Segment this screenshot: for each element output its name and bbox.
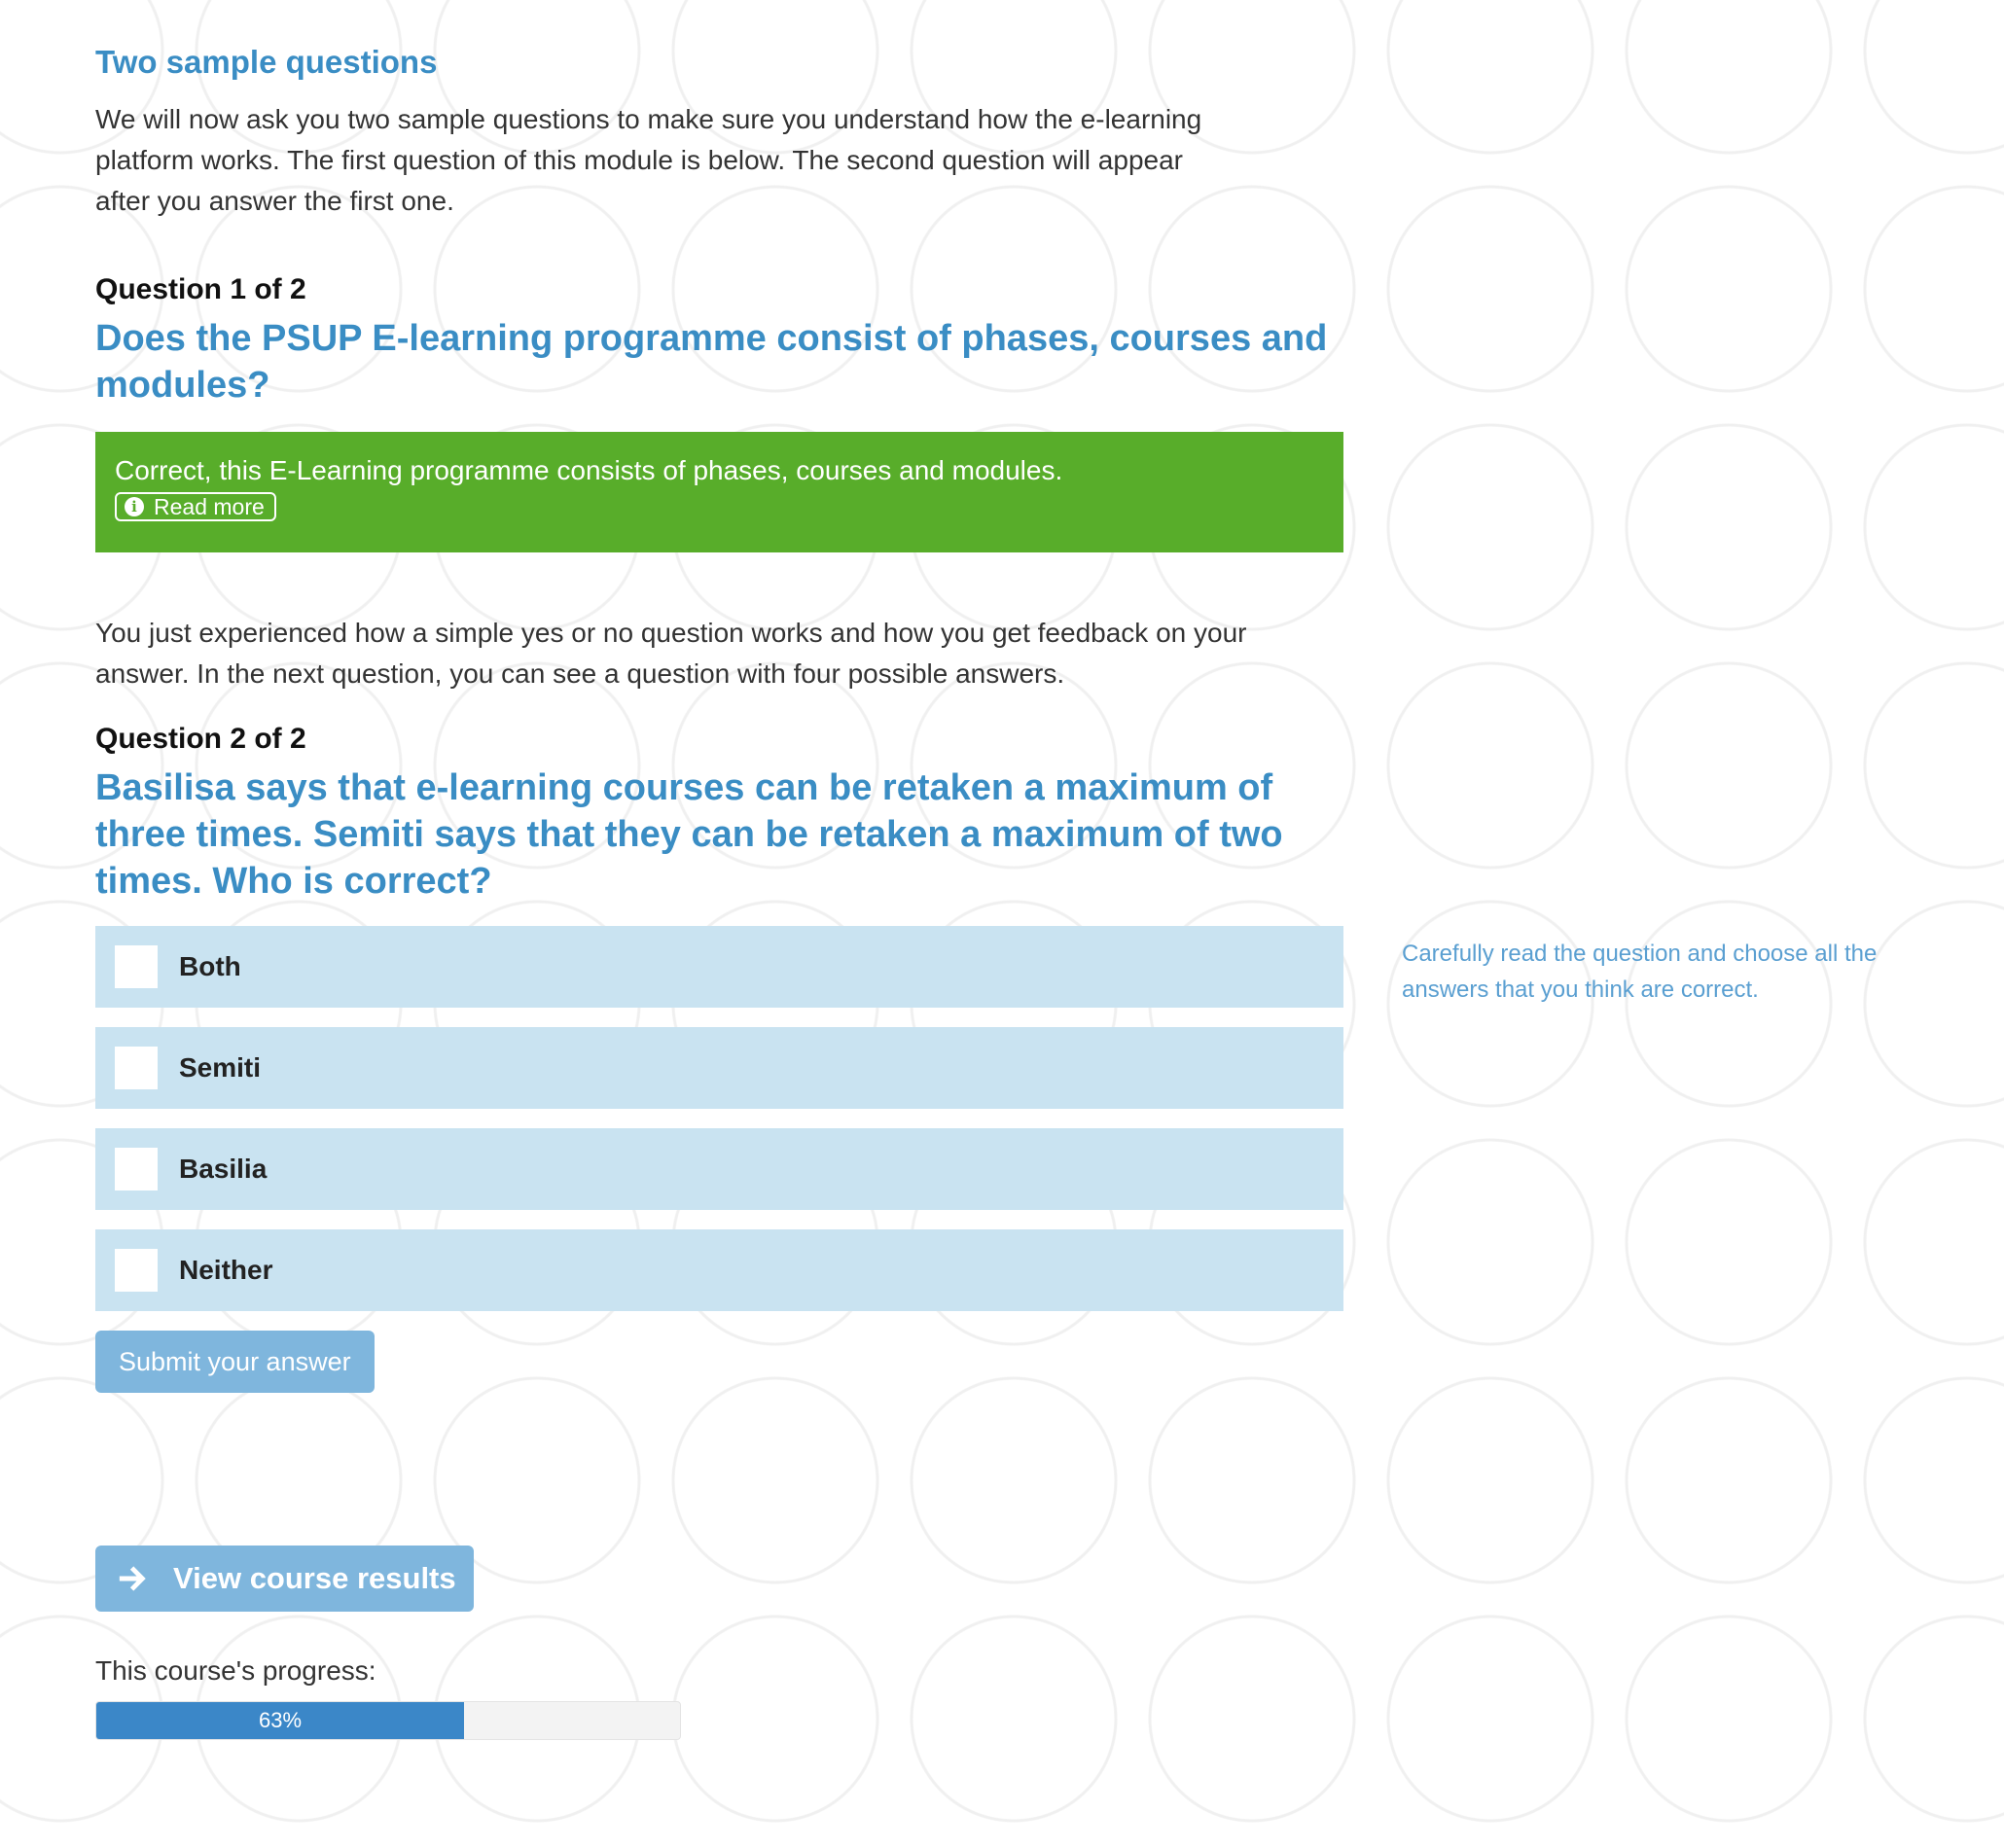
answer-option-neither[interactable]: Neither <box>95 1229 1343 1311</box>
view-course-results-label: View course results <box>173 1561 456 1595</box>
section-title: Two sample questions <box>95 44 438 80</box>
course-progress-bar: 63% <box>95 1701 681 1740</box>
view-course-results-button[interactable]: View course results <box>95 1546 474 1612</box>
intro-paragraph: We will now ask you two sample questions… <box>95 104 1202 216</box>
answer-option-basilia[interactable]: Basilia <box>95 1128 1343 1210</box>
correct-feedback-banner: Correct, this E-Learning programme consi… <box>95 432 1343 552</box>
answer-checkbox[interactable] <box>115 1148 158 1191</box>
answer-checkbox[interactable] <box>115 1249 158 1292</box>
submit-answer-button[interactable]: Submit your answer <box>95 1331 375 1393</box>
answer-hint: Carefully read the question and choose a… <box>1402 941 1878 1003</box>
explanation-paragraph: You just experienced how a simple yes or… <box>95 618 1247 689</box>
feedback-text: Correct, this E-Learning programme consi… <box>115 455 1063 485</box>
question-2-text: Basilisa says that e-learning courses ca… <box>95 767 1283 902</box>
answer-option-semiti[interactable]: Semiti <box>95 1027 1343 1109</box>
answer-label: Neither <box>179 1255 273 1285</box>
progress-fill: 63% <box>96 1702 464 1739</box>
read-more-label: Read more <box>154 493 265 519</box>
answer-list: Both Semiti Basilia Neither <box>95 926 1343 1311</box>
progress-label: This course's progress: <box>95 1655 376 1686</box>
answer-label: Basilia <box>179 1154 268 1184</box>
info-icon: i <box>125 497 144 516</box>
module-content: Two sample questions We will now ask you… <box>95 41 1343 1393</box>
question-1-label: Question 1 of 2 <box>95 273 306 305</box>
answer-label: Semiti <box>179 1052 262 1083</box>
answer-option-both[interactable]: Both <box>95 926 1343 1008</box>
arrow-right-icon <box>119 1566 146 1591</box>
answer-label: Both <box>179 951 241 981</box>
question-2-label: Question 2 of 2 <box>95 723 306 755</box>
answer-checkbox[interactable] <box>115 1047 158 1089</box>
question-1-text: Does the PSUP E-learning programme consi… <box>95 318 1328 406</box>
read-more-button[interactable]: i Read more <box>115 492 276 521</box>
answer-checkbox[interactable] <box>115 945 158 988</box>
